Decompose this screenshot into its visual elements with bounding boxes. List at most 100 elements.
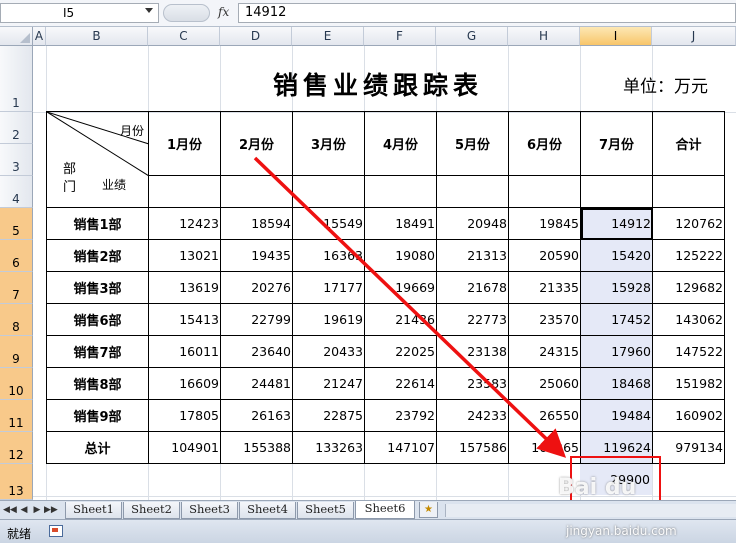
row-header-7[interactable]: 7 <box>0 272 33 304</box>
row-header-3[interactable]: 3 <box>0 144 33 176</box>
value-cell[interactable]: 21313 <box>436 239 509 272</box>
row-header-5[interactable]: 5 <box>0 208 33 240</box>
value-cell[interactable]: 22875 <box>292 399 365 432</box>
worksheet[interactable]: 销售业绩跟踪表 单位：万元 月份 部 门 业绩 1月份 2月份 3月份 4月份 … <box>33 46 736 500</box>
value-cell[interactable]: 15549 <box>292 207 365 240</box>
dept-name-cell[interactable]: 销售3部 <box>46 271 149 304</box>
header-cell[interactable]: 7月份 <box>580 111 653 176</box>
first-sheet-icon[interactable]: ◀◀ <box>3 504 17 516</box>
total-value-cell[interactable]: 120762 <box>652 207 725 240</box>
value-cell[interactable]: 19669 <box>364 271 437 304</box>
select-all-corner[interactable] <box>0 27 33 46</box>
value-cell[interactable]: 23640 <box>220 335 293 368</box>
value-cell[interactable]: 12423 <box>148 207 221 240</box>
column-header-b[interactable]: B <box>46 27 148 46</box>
value-cell[interactable]: 15928 <box>580 271 653 304</box>
value-cell[interactable]: 21335 <box>508 271 581 304</box>
dept-name-cell[interactable]: 销售2部 <box>46 239 149 272</box>
total-value-cell[interactable]: 160902 <box>652 399 725 432</box>
value-cell[interactable]: 22614 <box>364 367 437 400</box>
horizontal-scrollbar[interactable] <box>445 504 736 517</box>
value-cell[interactable]: 14912 <box>580 207 653 240</box>
value-cell[interactable]: 26550 <box>508 399 581 432</box>
value-cell[interactable]: 21678 <box>436 271 509 304</box>
header-cell[interactable]: 5月份 <box>436 111 509 176</box>
column-header-d[interactable]: D <box>220 27 292 46</box>
value-cell[interactable]: 157586 <box>436 431 509 464</box>
total-value-cell[interactable]: 147522 <box>652 335 725 368</box>
tab-sheet5[interactable]: Sheet5 <box>297 502 354 519</box>
total-value-cell[interactable]: 129682 <box>652 271 725 304</box>
value-cell[interactable]: 19435 <box>220 239 293 272</box>
dept-name-cell[interactable]: 销售6部 <box>46 303 149 336</box>
value-cell[interactable]: 19080 <box>364 239 437 272</box>
macro-record-icon[interactable] <box>49 525 63 537</box>
value-cell[interactable]: 23570 <box>508 303 581 336</box>
value-cell[interactable]: 19619 <box>292 303 365 336</box>
value-cell[interactable]: 24233 <box>436 399 509 432</box>
empty-cell[interactable] <box>652 175 725 208</box>
value-cell[interactable]: 18594 <box>220 207 293 240</box>
empty-cell[interactable] <box>292 175 365 208</box>
header-cell[interactable]: 3月份 <box>292 111 365 176</box>
empty-cell[interactable] <box>580 175 653 208</box>
prev-sheet-icon[interactable]: ◀ <box>18 504 30 516</box>
chevron-down-icon[interactable] <box>145 8 153 13</box>
empty-cell[interactable] <box>220 175 293 208</box>
row-header-11[interactable]: 11 <box>0 400 33 432</box>
formula-input[interactable]: 14912 <box>238 3 736 23</box>
value-cell[interactable]: 18491 <box>364 207 437 240</box>
column-header-h[interactable]: H <box>508 27 580 46</box>
row-header-2[interactable]: 2 <box>0 112 33 144</box>
row-header-6[interactable]: 6 <box>0 240 33 272</box>
value-cell[interactable]: 133263 <box>292 431 365 464</box>
insert-sheet-icon[interactable]: ★ <box>419 502 438 518</box>
value-cell[interactable]: 15413 <box>148 303 221 336</box>
row-header-9[interactable]: 9 <box>0 336 33 368</box>
total-label-cell[interactable]: 总计 <box>46 431 149 464</box>
total-value-cell[interactable]: 979134 <box>652 431 725 464</box>
value-cell[interactable]: 19845 <box>508 207 581 240</box>
empty-cell[interactable] <box>508 175 581 208</box>
value-cell[interactable]: 13619 <box>148 271 221 304</box>
header-cell[interactable]: 2月份 <box>220 111 293 176</box>
value-cell[interactable]: 19484 <box>580 399 653 432</box>
row-header-12[interactable]: 12 <box>0 432 33 464</box>
row-header-8[interactable]: 8 <box>0 304 33 336</box>
value-cell[interactable]: 147107 <box>364 431 437 464</box>
dept-name-cell[interactable]: 销售8部 <box>46 367 149 400</box>
dept-name-cell[interactable]: 销售1部 <box>46 207 149 240</box>
value-cell[interactable]: 20276 <box>220 271 293 304</box>
tab-sheet4[interactable]: Sheet4 <box>239 502 296 519</box>
total-value-cell[interactable]: 125222 <box>652 239 725 272</box>
value-cell[interactable]: 20948 <box>436 207 509 240</box>
value-cell[interactable]: 17960 <box>580 335 653 368</box>
value-cell[interactable]: 23583 <box>436 367 509 400</box>
column-header-a[interactable]: A <box>33 27 46 46</box>
diagonal-header-cell[interactable]: 月份 部 门 业绩 <box>46 111 149 208</box>
row-header-10[interactable]: 10 <box>0 368 33 400</box>
column-header-i[interactable]: I <box>580 27 652 46</box>
empty-cell[interactable] <box>364 175 437 208</box>
tab-sheet3[interactable]: Sheet3 <box>181 502 238 519</box>
tab-sheet2[interactable]: Sheet2 <box>123 502 180 519</box>
total-value-cell[interactable]: 151982 <box>652 367 725 400</box>
header-cell[interactable]: 合计 <box>652 111 725 176</box>
dept-name-cell[interactable]: 销售9部 <box>46 399 149 432</box>
value-cell[interactable]: 155388 <box>220 431 293 464</box>
tab-sheet6[interactable]: Sheet6 <box>355 501 415 519</box>
value-cell[interactable]: 104901 <box>148 431 221 464</box>
value-cell[interactable]: 16011 <box>148 335 221 368</box>
value-cell[interactable]: 17452 <box>580 303 653 336</box>
column-header-c[interactable]: C <box>148 27 220 46</box>
value-cell[interactable]: 23138 <box>436 335 509 368</box>
value-cell[interactable]: 18468 <box>580 367 653 400</box>
value-cell[interactable]: 24481 <box>220 367 293 400</box>
column-header-e[interactable]: E <box>292 27 364 46</box>
last-sheet-icon[interactable]: ▶▶ <box>44 504 58 516</box>
value-cell[interactable]: 20433 <box>292 335 365 368</box>
value-cell[interactable]: 21247 <box>292 367 365 400</box>
value-cell[interactable]: 22025 <box>364 335 437 368</box>
header-cell[interactable]: 6月份 <box>508 111 581 176</box>
tab-sheet1[interactable]: Sheet1 <box>65 502 122 519</box>
